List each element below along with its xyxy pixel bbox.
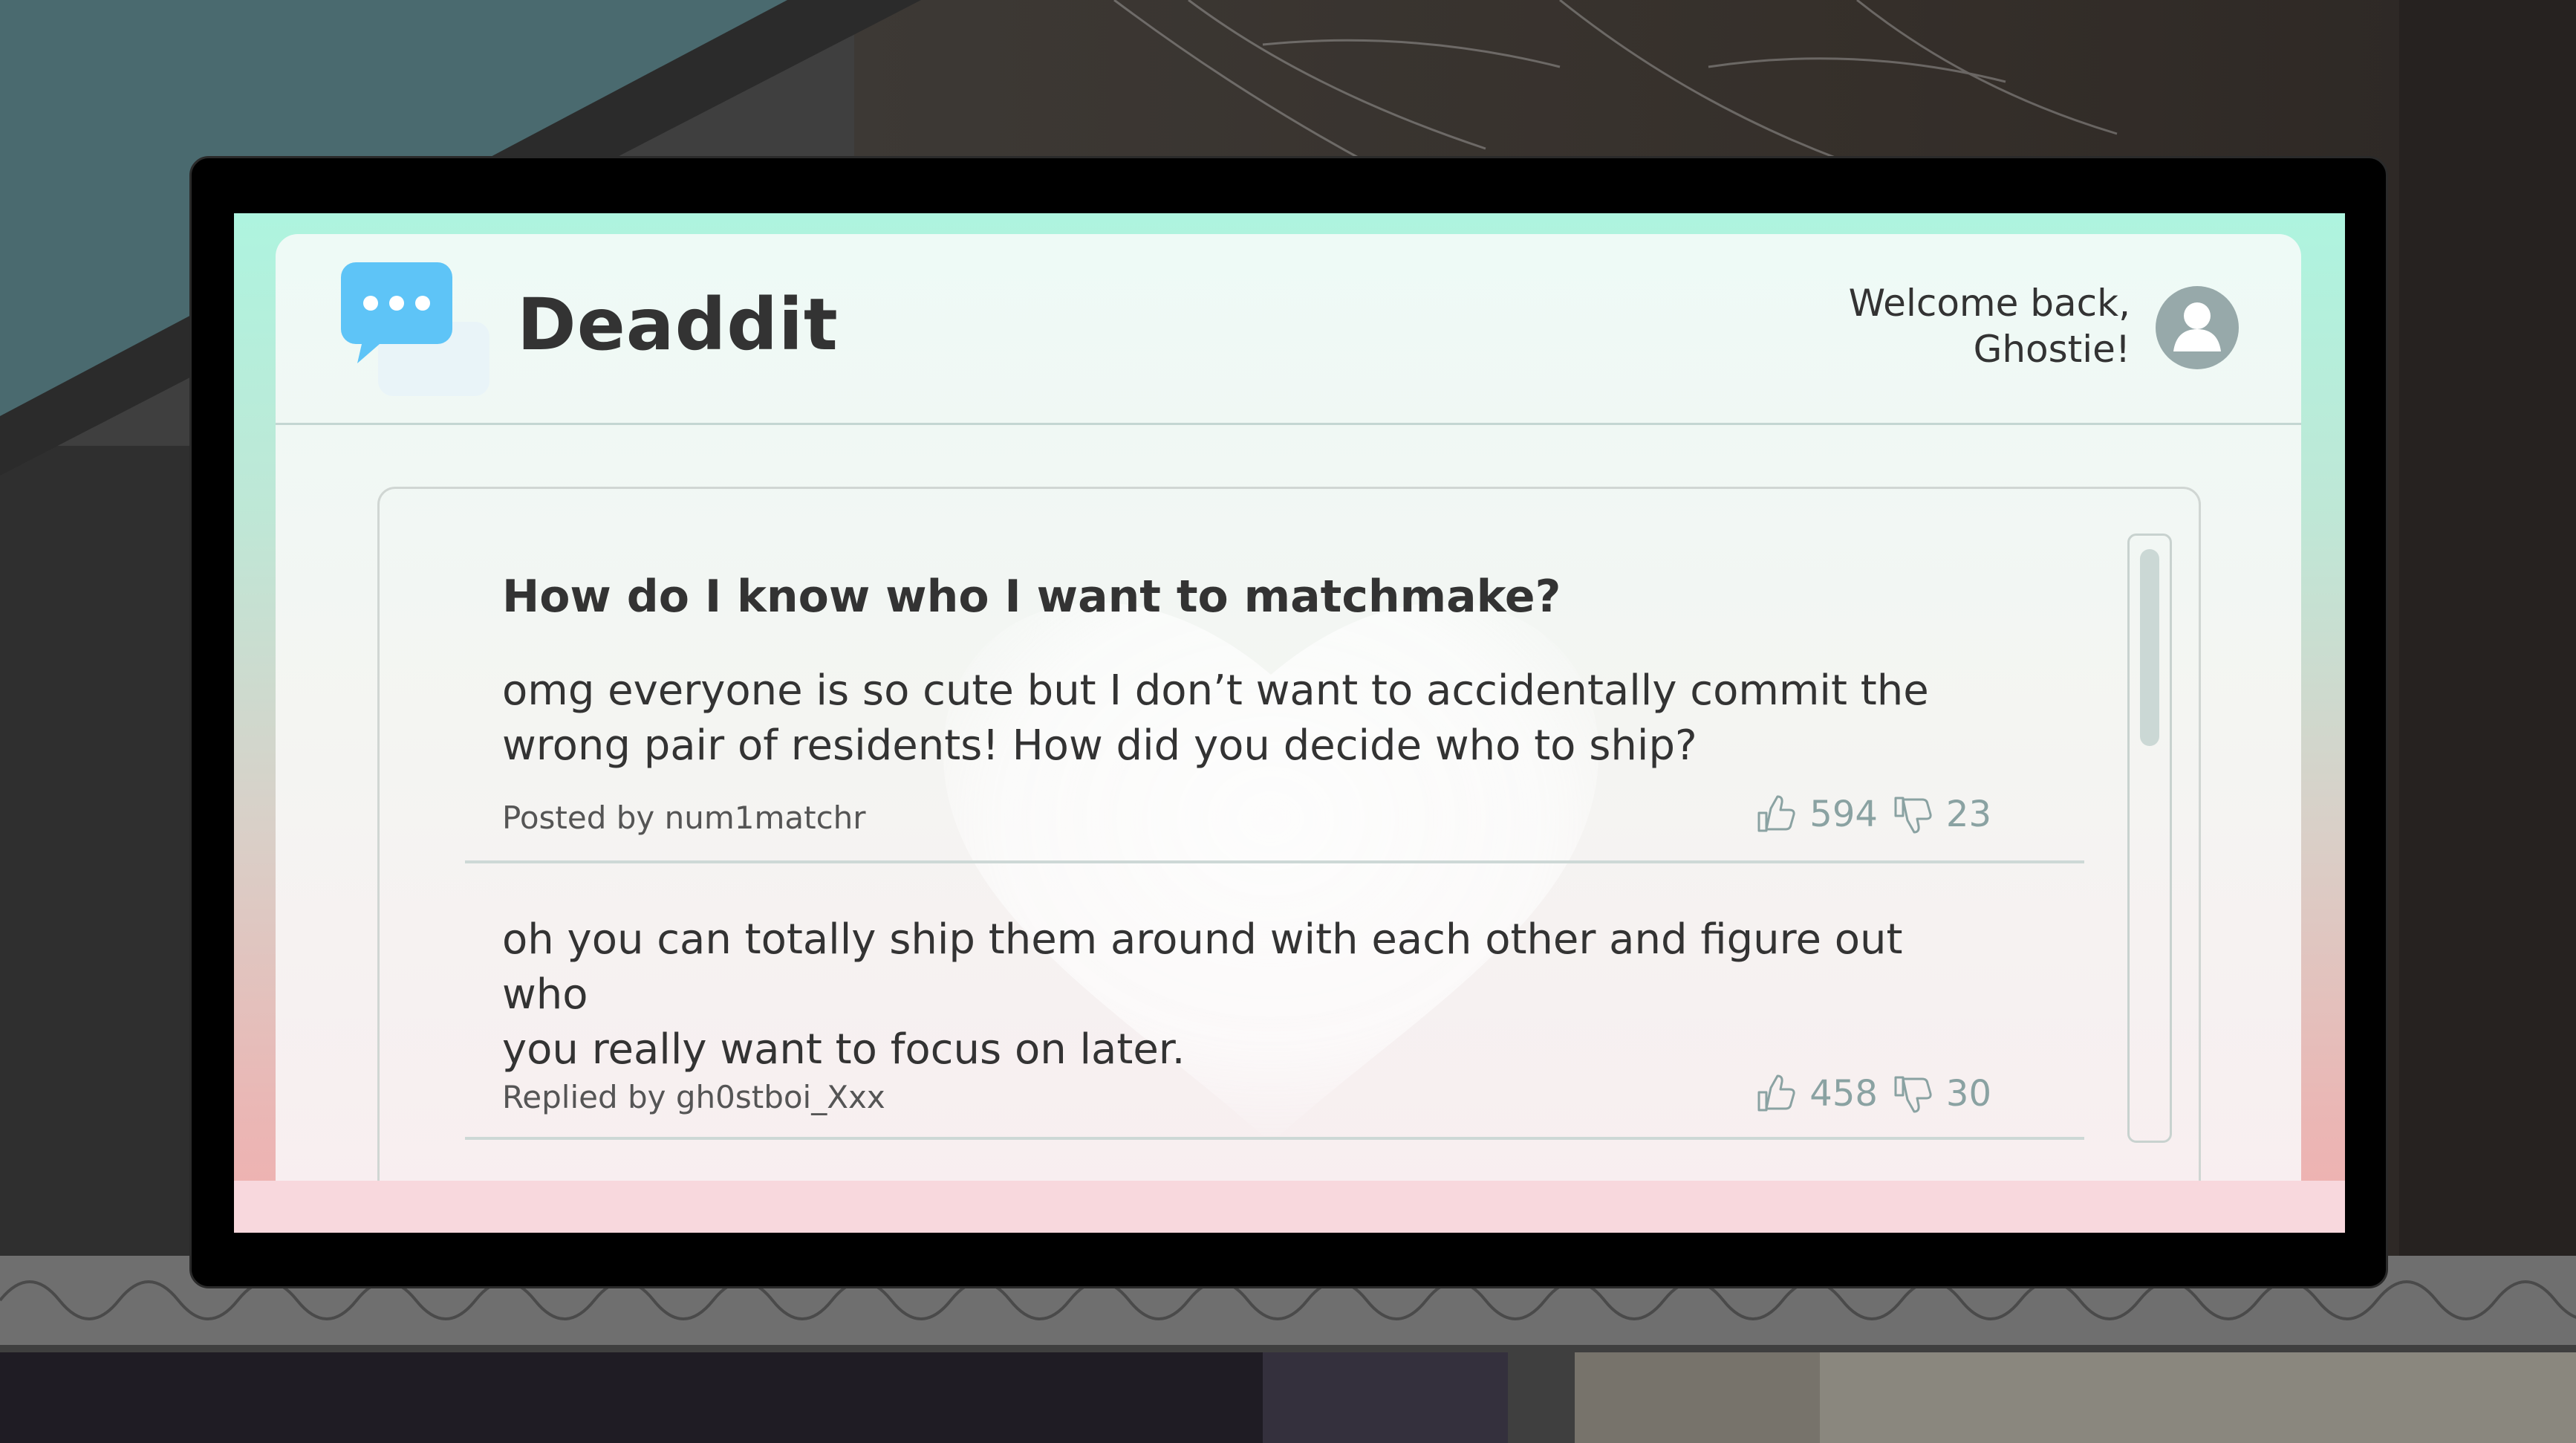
background-floor-panel xyxy=(1263,1352,1508,1443)
background-floor-panel xyxy=(0,1352,1263,1443)
welcome-line: Welcome back, xyxy=(1848,282,2130,325)
reply-votes: 458 30 xyxy=(1754,1073,1991,1115)
thumbs-up-icon[interactable] xyxy=(1754,1073,1796,1115)
welcome-message: Welcome back, Ghostie! xyxy=(1849,280,2130,372)
reply-body-line: oh you can totally ship them around with… xyxy=(502,915,1903,1019)
username: Ghostie! xyxy=(1973,328,2130,371)
divider xyxy=(465,1137,2084,1140)
thumbs-down-icon[interactable] xyxy=(1891,1073,1933,1115)
reply-body-line: you really want to focus on later. xyxy=(502,1025,1185,1074)
background-floor-panel xyxy=(1575,1352,1820,1443)
reply: oh you can totally ship them around with… xyxy=(380,489,2043,1158)
scrollbar[interactable] xyxy=(2127,534,2172,1143)
chat-bubbles-icon xyxy=(341,262,489,396)
reply-byline: Replied by gh0stboi_Xxx xyxy=(502,1079,885,1115)
background-right-wall xyxy=(2399,0,2576,1263)
user-avatar-icon[interactable] xyxy=(2156,286,2239,369)
app-title: Deaddit xyxy=(517,283,839,366)
app-header: Deaddit Welcome back, Ghostie! xyxy=(276,234,2301,425)
screen-footer-bar xyxy=(234,1181,2345,1233)
background-floor-panel xyxy=(1820,1352,2576,1443)
scrollbar-thumb[interactable] xyxy=(2140,549,2159,746)
monitor-screen: Deaddit Welcome back, Ghostie! How do I … xyxy=(234,213,2345,1233)
thread-panel[interactable]: How do I know who I want to matchmake? o… xyxy=(377,487,2201,1207)
reply-body: oh you can totally ship them around with… xyxy=(502,912,1988,1077)
downvote-count: 30 xyxy=(1945,1073,1991,1115)
upvote-count: 458 xyxy=(1809,1073,1878,1115)
deaddit-app: Deaddit Welcome back, Ghostie! How do I … xyxy=(276,234,2301,1207)
